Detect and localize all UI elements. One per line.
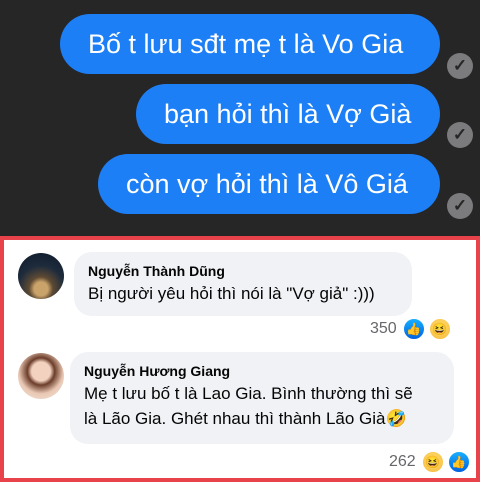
like-icon: 👍	[447, 451, 470, 473]
reaction-count: 350	[370, 320, 397, 337]
messenger-chat: Bố t lưu sđt mẹ t là Vo Gia ✓ bạn hỏi th…	[0, 0, 480, 236]
comment-text-line-1: Mẹ t lưu bố t là Lao Gia. Bình thường th…	[84, 384, 413, 403]
comment-bubble: Nguyễn Hương Giang Mẹ t lưu bố t là Lao …	[70, 352, 454, 444]
avatar[interactable]	[18, 253, 64, 299]
haha-icon: 😆	[428, 318, 451, 340]
avatar[interactable]	[18, 353, 64, 399]
haha-icon: 😆	[421, 451, 444, 473]
seen-check-icon: ✓	[447, 53, 473, 79]
comment-text-line-2: là Lão Gia. Ghét nhau thì thành Lão Già🤣	[84, 409, 407, 428]
comment-author[interactable]: Nguyễn Thành Dũng	[88, 261, 398, 281]
reaction-summary[interactable]: 350 👍 😆	[370, 318, 451, 340]
sent-message-1[interactable]: Bố t lưu sđt mẹ t là Vo Gia	[60, 14, 440, 74]
comment-bubble: Nguyễn Thành Dũng Bị người yêu hỏi thì n…	[74, 252, 412, 316]
seen-check-icon: ✓	[447, 122, 473, 148]
comments-panel: Nguyễn Thành Dũng Bị người yêu hỏi thì n…	[0, 236, 480, 482]
sent-message-2[interactable]: bạn hỏi thì là Vợ Già	[136, 84, 440, 144]
reaction-summary[interactable]: 262 😆 👍	[389, 451, 470, 473]
sent-message-3[interactable]: còn vợ hỏi thì là Vô Giá	[98, 154, 440, 214]
comment-author[interactable]: Nguyễn Hương Giang	[84, 361, 440, 381]
reaction-count: 262	[389, 453, 416, 470]
like-icon: 👍	[402, 318, 425, 340]
comment-text: Bị người yêu hỏi thì nói là "Vợ giả" :))…	[88, 284, 375, 303]
seen-check-icon: ✓	[447, 193, 473, 219]
